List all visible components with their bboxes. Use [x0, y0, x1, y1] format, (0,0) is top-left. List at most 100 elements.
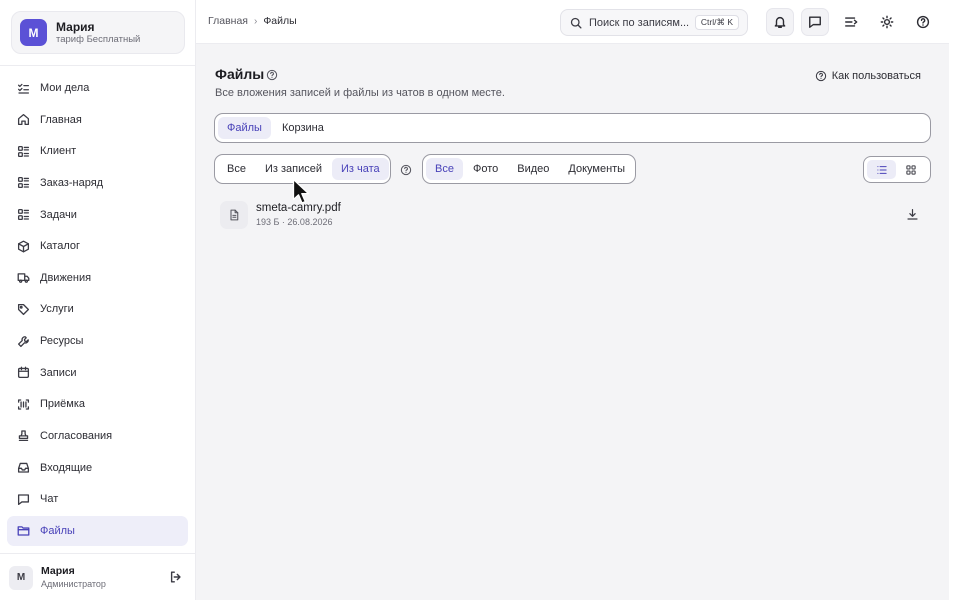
sidebar-item-files[interactable]: Файлы [7, 515, 188, 546]
sidebar-item-intake[interactable]: Приёмка [7, 389, 188, 419]
sidebar-item-label: Услуги [40, 303, 74, 316]
download-icon [907, 209, 918, 220]
sidebar-item-label: Главная [40, 113, 82, 126]
type-filter-documents[interactable]: Документы [559, 158, 634, 180]
folder-icon [17, 526, 30, 536]
sun-icon [880, 15, 894, 29]
sidebar-item-label: Задачи [40, 208, 77, 221]
title-help-button[interactable] [266, 68, 278, 81]
account-avatar: М [20, 19, 47, 46]
current-user: М Мария Администратор [9, 565, 187, 590]
tab-files[interactable]: Файлы [218, 117, 271, 139]
source-filter-from-chat[interactable]: Из чата [332, 158, 389, 180]
sidebar-item-label: Мои дела [40, 82, 90, 94]
checklist-icon [17, 83, 30, 94]
sidebar-item-tasks[interactable]: Задачи [7, 200, 188, 230]
sidebar-item-catalog[interactable]: Каталог [7, 231, 188, 261]
breadcrumb: Главная › Файлы [208, 15, 297, 27]
chat-icon [17, 494, 30, 505]
sidebar-item-resources[interactable]: Ресурсы [7, 326, 188, 356]
file-type-badge [220, 201, 248, 229]
sidebar-item-label: Каталог [40, 240, 80, 253]
download-button[interactable] [906, 208, 920, 222]
inbox-icon [17, 462, 30, 473]
sidebar-item-chat[interactable]: Чат [7, 484, 188, 514]
sidebar-item-label: Заказ-наряд [40, 176, 104, 189]
sidebar-nav: Мои дела Главная Клиент Заказ-наряд Зада… [7, 73, 188, 547]
grid-list-icon [17, 177, 30, 189]
sidebar-item-appointments[interactable]: Записи [7, 358, 188, 388]
account-name: Мария [56, 19, 95, 34]
sidebar-item-work-order[interactable]: Заказ-наряд [7, 168, 188, 198]
breadcrumb-home-link[interactable]: Главная [208, 15, 248, 27]
sidebar-divider [0, 65, 195, 66]
type-filter-video[interactable]: Видео [508, 158, 558, 180]
grid-icon [905, 164, 916, 175]
sidebar-item-label: Чат [40, 493, 59, 506]
sidebar-divider [0, 553, 195, 554]
account-plan: тариф Бесплатный [56, 33, 141, 45]
grid-view-button[interactable] [896, 160, 925, 179]
help-circle-icon [916, 15, 930, 29]
sidebar-item-label: Движения [40, 271, 92, 284]
user-name: Мария [41, 565, 75, 577]
account-switcher[interactable]: М Мария тариф Бесплатный [11, 11, 185, 54]
sidebar-item-label: Согласования [40, 429, 113, 442]
tag-icon [17, 303, 30, 315]
calendar-icon [17, 366, 30, 379]
sidebar-item-home[interactable]: Главная [7, 105, 188, 135]
sidebar-item-label: Приёмка [40, 398, 86, 411]
sidebar-item-inbox[interactable]: Входящие [7, 453, 188, 483]
sidebar-item-label: Входящие [40, 461, 93, 474]
sidebar-item-client[interactable]: Клиент [7, 136, 188, 166]
tab-trash[interactable]: Корзина [273, 117, 333, 139]
how-to-use-link[interactable]: Как пользоваться [815, 70, 921, 82]
page-subtitle: Все вложения записей и файлы из чатов в … [215, 87, 505, 99]
sidebar-item-approvals[interactable]: Согласования [7, 421, 188, 451]
source-filter-all[interactable]: Все [218, 158, 255, 180]
page-title: Файлы [215, 66, 265, 82]
bell-icon [774, 16, 786, 28]
file-list-item[interactable]: smeta-camry.pdf 193 Б · 26.08.2026 [220, 200, 932, 230]
list-view-button[interactable] [867, 160, 896, 179]
logout-button[interactable] [169, 570, 183, 584]
search-input[interactable]: Поиск по записям... Ctrl/⌘ K [560, 9, 748, 36]
logout-icon [170, 571, 181, 583]
avatar: М [9, 565, 33, 590]
tabs: Файлы Корзина [214, 113, 931, 143]
breadcrumb-current: Файлы [263, 15, 297, 27]
source-filter-from-records[interactable]: Из записей [256, 158, 331, 180]
help-circle-icon [815, 70, 826, 82]
main-content: Файлы Все вложения записей и файлы из ча… [196, 44, 949, 600]
notifications-button[interactable] [766, 8, 794, 36]
view-mode-toggle [863, 156, 931, 183]
sidebar-item-my-tasks[interactable]: Мои дела [7, 73, 188, 103]
grid-list-icon [17, 145, 30, 157]
chevron-right-icon: › [253, 15, 258, 27]
source-filter: Все Из записей Из чата [214, 154, 391, 184]
help-button[interactable] [909, 8, 937, 36]
type-filter-photo[interactable]: Фото [464, 158, 507, 180]
chat-icon [809, 16, 821, 28]
grid-list-icon [17, 208, 30, 221]
sidebar-item-label: Клиент [40, 145, 77, 158]
theme-toggle-button[interactable] [873, 8, 901, 36]
sidebar-item-movements[interactable]: Движения [7, 263, 188, 293]
messages-button[interactable] [801, 8, 829, 36]
list-arrow-icon [845, 17, 858, 27]
filter-help-button[interactable] [400, 163, 412, 176]
truck-icon [17, 273, 30, 284]
type-filter-all[interactable]: Все [426, 158, 463, 180]
list-icon [876, 165, 887, 174]
search-icon [570, 17, 582, 29]
file-name: smeta-camry.pdf [256, 202, 341, 214]
help-circle-icon [266, 69, 278, 81]
sidebar-item-services[interactable]: Услуги [7, 294, 188, 324]
sidebar-item-label: Ресурсы [40, 335, 84, 347]
home-icon [17, 114, 30, 126]
sidebar-item-label: Файлы [40, 524, 75, 537]
box-icon [17, 240, 30, 253]
sidebar-item-label: Записи [40, 366, 77, 379]
queue-button[interactable] [837, 8, 865, 36]
search-shortcut-badge: Ctrl/⌘ K [694, 15, 739, 30]
